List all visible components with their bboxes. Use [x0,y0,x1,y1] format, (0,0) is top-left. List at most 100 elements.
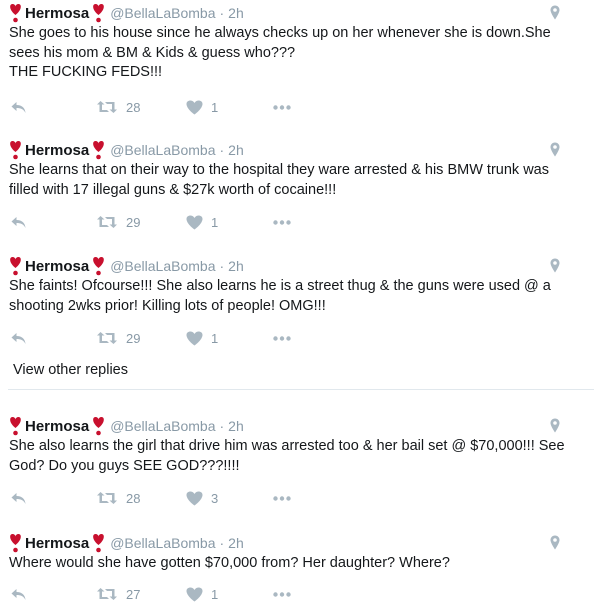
tweet-text: She learns that on their way to the hosp… [9,162,549,198]
more-dots-icon [273,104,291,110]
tweet-text: Where would she have gotten $70,000 from… [9,555,450,571]
like-button[interactable]: 3 [186,488,218,508]
display-name[interactable]: Hermosa [25,5,89,22]
heart-exclamation-icon [91,3,106,23]
reply-icon [11,101,26,113]
view-other-replies-link[interactable]: View other replies [13,362,128,378]
location-pin-icon[interactable] [550,418,560,433]
more-dots-icon [273,495,291,501]
like-heart-icon [186,331,203,345]
user-handle[interactable]: @BellaLaBomba [110,535,215,551]
heart-exclamation-icon [91,533,106,553]
separator-dot: · [219,258,225,274]
tweet-header: Hermosa @BellaLaBomba · 2h [8,139,244,161]
more-dots-icon [273,335,291,341]
heart-exclamation-icon [91,256,106,276]
retweet-count: 29 [126,330,141,346]
separator-dot: · [219,535,225,551]
more-button[interactable] [273,584,291,604]
tweet-actions: 27 1 [0,584,594,604]
reply-button[interactable] [10,488,27,508]
like-button[interactable]: 1 [186,212,218,232]
retweet-count: 29 [126,214,141,230]
reply-button[interactable] [10,212,27,232]
location-pin-icon[interactable] [550,535,560,550]
like-count: 1 [211,330,219,346]
like-count: 3 [211,490,219,506]
tweet-header: Hermosa @BellaLaBomba · 2h [8,532,244,554]
retweet-icon [97,332,117,344]
retweet-count: 28 [126,490,141,506]
separator-dot: · [219,418,225,434]
user-handle[interactable]: @BellaLaBomba [110,418,215,434]
retweet-count: 27 [126,586,141,602]
like-button[interactable]: 1 [186,328,218,348]
tweet-text: She also learns the girl that drive him … [9,438,565,474]
retweet-button[interactable]: 29 [96,212,140,232]
tweet-header: Hermosa @BellaLaBomba · 2h [8,415,244,437]
retweet-icon [97,101,117,113]
tweet-text: She faints! Ofcourse!!! She also learns … [9,278,551,314]
more-dots-icon [273,219,291,225]
timestamp[interactable]: 2h [228,258,244,274]
more-button[interactable] [273,488,291,508]
more-button[interactable] [273,328,291,348]
reply-button[interactable] [10,328,27,348]
more-dots-icon [273,591,291,597]
like-button[interactable]: 1 [186,97,218,117]
heart-exclamation-icon [91,140,106,160]
retweet-icon [97,216,117,228]
like-count: 1 [211,586,219,602]
heart-exclamation-icon [8,140,23,160]
display-name[interactable]: Hermosa [25,258,89,275]
tweet-text: She goes to his house since he always ch… [9,25,551,80]
location-pin-icon[interactable] [550,5,560,20]
retweet-icon [97,492,117,504]
reply-icon [11,216,26,228]
user-handle[interactable]: @BellaLaBomba [110,258,215,274]
timestamp[interactable]: 2h [228,5,244,21]
separator-dot: · [219,5,225,21]
like-button[interactable]: 1 [186,584,218,604]
retweet-button[interactable]: 28 [96,488,140,508]
heart-exclamation-icon [8,533,23,553]
more-button[interactable] [273,212,291,232]
retweet-button[interactable]: 27 [96,584,140,604]
location-pin-icon[interactable] [550,258,560,273]
tweet-feed: Hermosa @BellaLaBomba · 2h She goes to h… [0,0,594,615]
display-name[interactable]: Hermosa [25,535,89,552]
reply-icon [11,588,26,600]
tweet-actions: 29 1 [0,328,594,348]
retweet-icon [97,588,117,600]
display-name[interactable]: Hermosa [25,142,89,159]
tweet-header: Hermosa @BellaLaBomba · 2h [8,2,244,24]
timestamp[interactable]: 2h [228,142,244,158]
tweet-header: Hermosa @BellaLaBomba · 2h [8,255,244,277]
timestamp[interactable]: 2h [228,418,244,434]
display-name[interactable]: Hermosa [25,418,89,435]
tweet-actions: 28 3 [0,488,594,508]
like-count: 1 [211,214,219,230]
like-heart-icon [186,491,203,505]
divider [8,389,594,390]
user-handle[interactable]: @BellaLaBomba [110,5,215,21]
more-button[interactable] [273,97,291,117]
reply-icon [11,332,26,344]
like-heart-icon [186,587,203,601]
like-heart-icon [186,100,203,114]
like-heart-icon [186,215,203,229]
location-pin-icon[interactable] [550,142,560,157]
user-handle[interactable]: @BellaLaBomba [110,142,215,158]
reply-button[interactable] [10,97,27,117]
heart-exclamation-icon [8,3,23,23]
heart-exclamation-icon [91,416,106,436]
reply-button[interactable] [10,584,27,604]
separator-dot: · [219,142,225,158]
retweet-button[interactable]: 29 [96,328,140,348]
tweet-actions: 28 1 [0,97,594,117]
like-count: 1 [211,99,219,115]
reply-icon [11,492,26,504]
tweet-actions: 29 1 [0,212,594,232]
retweet-button[interactable]: 28 [96,97,140,117]
timestamp[interactable]: 2h [228,535,244,551]
